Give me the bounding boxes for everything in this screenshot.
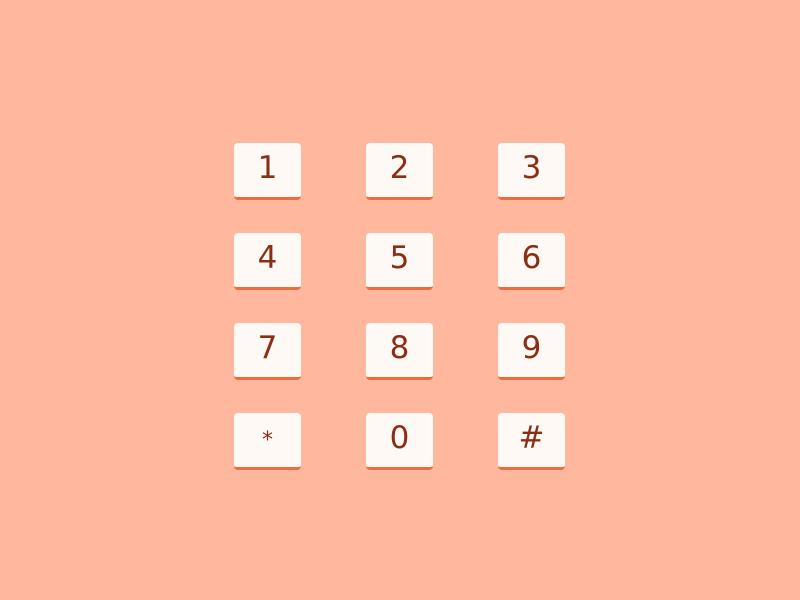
key-star[interactable]: * [234,413,301,470]
key-label: 2 [389,149,410,186]
key-0[interactable]: 0 [366,413,433,470]
key-3[interactable]: 3 [498,143,565,200]
key-label: * [262,428,273,453]
key-7[interactable]: 7 [234,323,301,380]
key-label: 3 [521,149,542,186]
key-label: 6 [521,239,542,276]
key-label: 0 [389,419,410,456]
key-label: 7 [257,329,278,366]
key-label: 5 [389,239,410,276]
dial-keypad: 1 2 3 4 5 6 7 8 9 * 0 # [234,143,565,470]
key-label: 4 [257,239,278,276]
key-4[interactable]: 4 [234,233,301,290]
key-label: # [518,419,545,456]
key-label: 8 [389,329,410,366]
key-5[interactable]: 5 [366,233,433,290]
key-9[interactable]: 9 [498,323,565,380]
key-label: 1 [257,149,278,186]
key-6[interactable]: 6 [498,233,565,290]
key-1[interactable]: 1 [234,143,301,200]
key-hash[interactable]: # [498,413,565,470]
key-label: 9 [521,329,542,366]
key-8[interactable]: 8 [366,323,433,380]
key-2[interactable]: 2 [366,143,433,200]
